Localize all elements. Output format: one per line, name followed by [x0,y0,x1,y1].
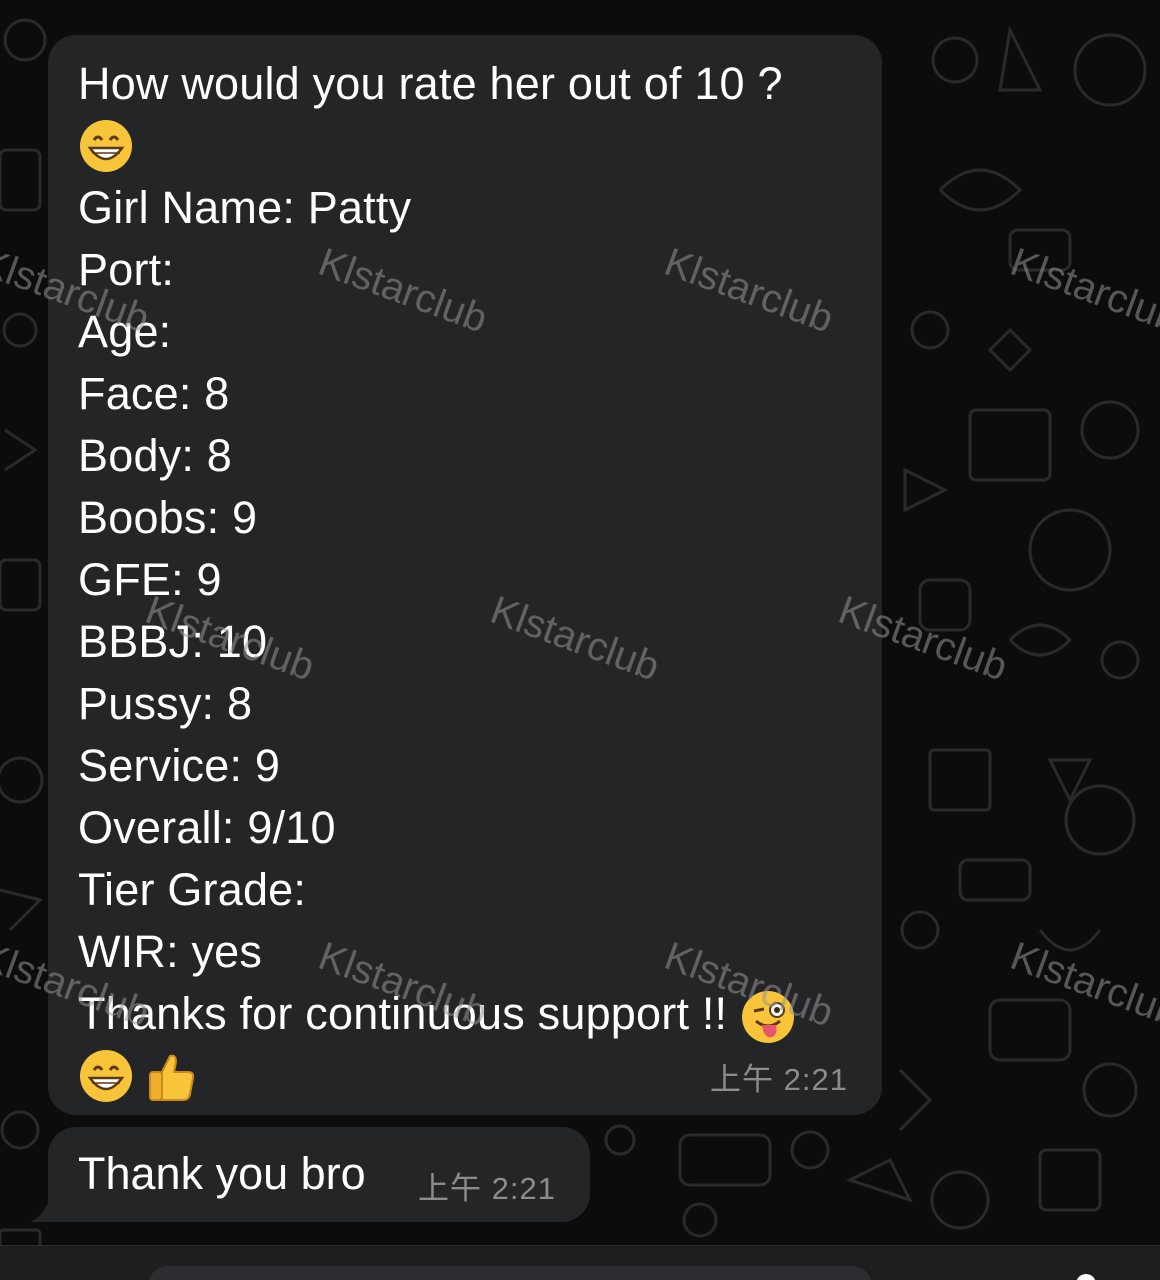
message-line: WIR: yes [78,926,263,977]
message-timestamp: 上午 2:21 [710,1062,848,1097]
grinning-face-icon [80,1050,132,1102]
microphone-icon[interactable] [1076,1274,1096,1280]
message-line: Age: [78,306,172,357]
message-timestamp: 上午 2:21 [418,1171,556,1206]
message-input[interactable] [148,1266,872,1280]
message-line: Pussy: 8 [78,678,253,729]
message-line: Boobs: 9 [78,492,258,543]
message-bubble[interactable]: How would you rate her out of 10 ? Girl … [48,35,882,1115]
message-line: Tier Grade: [78,864,307,915]
message-text: Thank you bro [78,1148,366,1199]
message-line-with-emoji: Thanks for continuous support !! [78,983,796,1045]
thumbs-up-icon [149,1054,195,1101]
grinning-face-icon [80,120,132,172]
message-line: BBBJ: 10 [78,616,268,667]
emoji-row [78,1045,796,1107]
message-line: Thanks for continuous support !! [78,988,728,1039]
winking-face-with-tongue-icon [741,991,794,1044]
message-line: How would you rate her out of 10 ? [78,58,783,109]
composer-bar [0,1245,1160,1280]
message-line: Girl Name: Patty [78,182,412,233]
emoji-row [78,115,796,177]
message-bubble[interactable]: Thank you bro 上午 2:21 [48,1127,590,1222]
chat-screen: How would you rate her out of 10 ? Girl … [0,0,1160,1280]
message-line: GFE: 9 [78,554,222,605]
message-text: How would you rate her out of 10 ? Girl … [78,53,796,1107]
message-line: Service: 9 [78,740,281,791]
message-line: Face: 8 [78,368,230,419]
message-line: Overall: 9/10 [78,802,336,853]
message-line: Body: 8 [78,430,233,481]
message-line: Port: [78,244,175,295]
